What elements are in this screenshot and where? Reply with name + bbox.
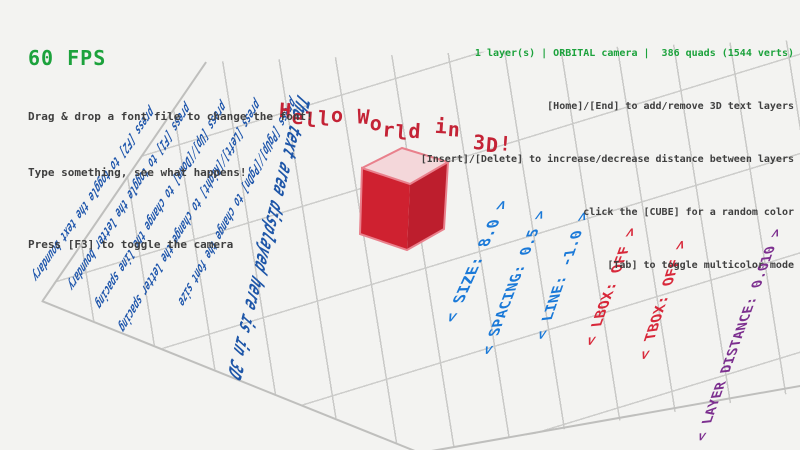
fps-counter: 60 FPS	[28, 46, 313, 70]
hint-drag-drop-font: Drag & drop a font file to change the fo…	[28, 108, 313, 126]
hint-cube-random-color: click the [CUBE] for a random color	[421, 205, 794, 220]
hint-multicolor-mode: [Tab] to toggle multicolor mode	[421, 258, 794, 273]
hud-left: 60 FPS Drag & drop a font file to change…	[28, 8, 313, 292]
hud-right: 1 layer(s) | ORBITAL camera | 386 quads …	[421, 8, 794, 311]
hint-layer-distance: [Insert]/[Delete] to increase/decrease d…	[421, 152, 794, 167]
hint-add-remove-layers: [Home]/[End] to add/remove 3D text layer…	[421, 99, 794, 114]
hint-toggle-camera: Press [F3] to toggle the camera	[28, 236, 313, 254]
hint-type-something: Type something, see what happens!	[28, 164, 313, 182]
status-bar: 1 layer(s) | ORBITAL camera | 386 quads …	[421, 46, 794, 61]
app-window: The text area displayed here is in 3D pr…	[0, 0, 800, 450]
